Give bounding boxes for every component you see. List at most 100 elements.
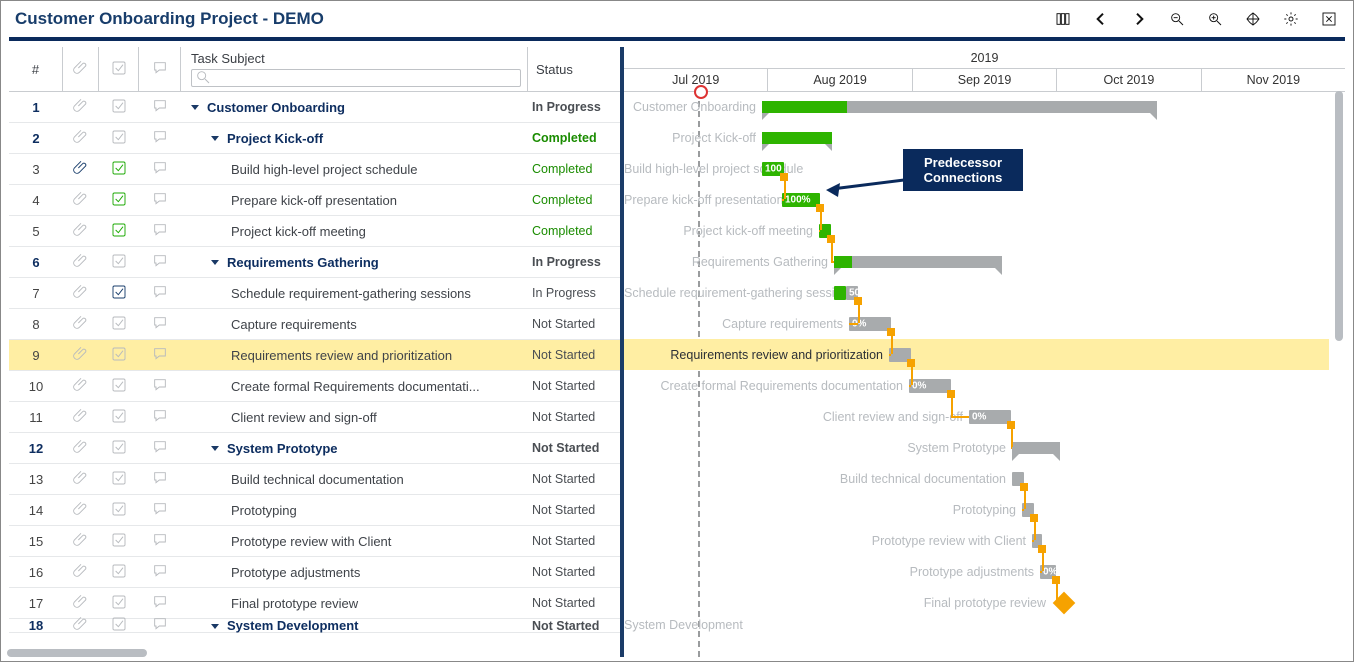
comment-icon[interactable] — [152, 470, 168, 489]
gantt-row[interactable]: Create formal Requirements documentation… — [624, 370, 1329, 401]
task-subject[interactable]: Prototyping — [181, 495, 528, 525]
gantt-row[interactable]: Requirements review and prioritization — [624, 339, 1329, 370]
task-subject[interactable]: System Prototype — [181, 433, 528, 463]
summary-bar[interactable] — [762, 132, 832, 144]
comment-icon[interactable] — [152, 616, 168, 635]
attachment-icon[interactable] — [73, 346, 89, 365]
attachment-icon[interactable] — [73, 377, 89, 396]
task-subject[interactable]: System Development — [181, 619, 528, 632]
attachment-icon[interactable] — [73, 616, 89, 635]
task-row[interactable]: 18System DevelopmentNot Started — [9, 619, 620, 633]
fullscreen-icon[interactable] — [1319, 9, 1339, 29]
task-subject[interactable]: Build high-level project schedule — [181, 154, 528, 184]
checkbox-icon[interactable] — [111, 253, 127, 272]
gantt-row[interactable]: Build high-level project schedule100 — [624, 153, 1329, 184]
gantt-row[interactable]: Schedule requirement-gathering sessions5… — [624, 277, 1329, 308]
task-row[interactable]: 7Schedule requirement-gathering sessions… — [9, 278, 620, 309]
comment-icon[interactable] — [152, 253, 168, 272]
task-subject[interactable]: Final prototype review — [181, 588, 528, 618]
checkbox-icon[interactable] — [111, 616, 127, 635]
comment-icon[interactable] — [152, 129, 168, 148]
task-row[interactable]: 12System PrototypeNot Started — [9, 433, 620, 464]
comment-icon[interactable] — [152, 563, 168, 582]
gantt-row[interactable]: Prototype adjustments0% — [624, 556, 1329, 587]
summary-bar[interactable] — [834, 256, 1002, 268]
task-subject[interactable]: Project Kick-off — [181, 123, 528, 153]
attachment-icon[interactable] — [73, 315, 89, 334]
summary-bar[interactable] — [762, 101, 1157, 113]
checkbox-icon[interactable] — [111, 315, 127, 334]
task-subject[interactable]: Customer Onboarding — [181, 92, 528, 122]
subject-search[interactable] — [191, 69, 521, 87]
col-attachment[interactable] — [63, 47, 99, 91]
checkbox-icon[interactable] — [111, 191, 127, 210]
task-bar[interactable] — [889, 348, 911, 362]
checkbox-icon[interactable] — [111, 346, 127, 365]
vertical-scrollbar[interactable] — [1335, 91, 1343, 341]
task-row[interactable]: 2Project Kick-offCompleted — [9, 123, 620, 154]
task-bar[interactable]: 0% — [1040, 565, 1056, 579]
attachment-icon[interactable] — [73, 501, 89, 520]
task-subject[interactable]: Requirements review and prioritization — [181, 340, 528, 370]
task-row[interactable]: 1Customer OnboardingIn Progress — [9, 92, 620, 123]
gantt-row[interactable]: Prototype review with Client — [624, 525, 1329, 556]
task-row[interactable]: 13Build technical documentationNot Start… — [9, 464, 620, 495]
comment-icon[interactable] — [152, 191, 168, 210]
attachment-icon[interactable] — [73, 98, 89, 117]
checkbox-icon[interactable] — [111, 563, 127, 582]
col-comments[interactable] — [139, 47, 181, 91]
comment-icon[interactable] — [152, 284, 168, 303]
attachment-icon[interactable] — [73, 470, 89, 489]
task-bar-progress[interactable] — [819, 224, 831, 238]
col-status[interactable]: Status — [528, 47, 620, 91]
comment-icon[interactable] — [152, 377, 168, 396]
gantt-row[interactable]: Project Kick-off — [624, 122, 1329, 153]
gantt-row[interactable]: Client review and sign-off0% — [624, 401, 1329, 432]
checkbox-icon[interactable] — [111, 439, 127, 458]
task-row[interactable]: 10Create formal Requirements documentati… — [9, 371, 620, 402]
task-row[interactable]: 15Prototype review with ClientNot Starte… — [9, 526, 620, 557]
task-row[interactable]: 4Prepare kick-off presentationCompleted — [9, 185, 620, 216]
checkbox-icon[interactable] — [111, 470, 127, 489]
zoom-out-icon[interactable] — [1167, 9, 1187, 29]
checkbox-icon[interactable] — [111, 377, 127, 396]
task-subject[interactable]: Project kick-off meeting — [181, 216, 528, 246]
gantt-row[interactable]: System Development — [624, 618, 1329, 632]
settings-icon[interactable] — [1281, 9, 1301, 29]
gantt-row[interactable]: Project kick-off meeting — [624, 215, 1329, 246]
task-bar-progress[interactable] — [834, 286, 846, 300]
checkbox-icon[interactable] — [111, 284, 127, 303]
comment-icon[interactable] — [152, 501, 168, 520]
zoom-in-icon[interactable] — [1205, 9, 1225, 29]
checkbox-icon[interactable] — [111, 501, 127, 520]
chevron-down-icon[interactable] — [209, 132, 221, 144]
task-subject[interactable]: Schedule requirement-gathering sessions — [181, 278, 528, 308]
gantt-row[interactable]: Requirements Gathering — [624, 246, 1329, 277]
task-bar[interactable]: 0% — [849, 317, 891, 331]
task-subject[interactable]: Prototype review with Client — [181, 526, 528, 556]
task-bar[interactable]: 0% — [909, 379, 951, 393]
task-subject[interactable]: Requirements Gathering — [181, 247, 528, 277]
gantt-chart[interactable]: Predecessor Connections Customer Onboard… — [624, 91, 1329, 657]
task-subject[interactable]: Prepare kick-off presentation — [181, 185, 528, 215]
comment-icon[interactable] — [152, 222, 168, 241]
comment-icon[interactable] — [152, 346, 168, 365]
checkbox-icon[interactable] — [111, 129, 127, 148]
gantt-row[interactable]: Final prototype review — [624, 587, 1329, 618]
task-subject[interactable]: Build technical documentation — [181, 464, 528, 494]
gantt-row[interactable]: Prototyping — [624, 494, 1329, 525]
columns-icon[interactable] — [1053, 9, 1073, 29]
task-bar[interactable] — [1022, 503, 1034, 517]
checkbox-icon[interactable] — [111, 408, 127, 427]
back-icon[interactable] — [1091, 9, 1111, 29]
col-checked[interactable] — [99, 47, 139, 91]
task-bar-progress[interactable]: 100% — [782, 193, 820, 207]
task-subject[interactable]: Client review and sign-off — [181, 402, 528, 432]
checkbox-icon[interactable] — [111, 532, 127, 551]
attachment-icon[interactable] — [73, 222, 89, 241]
comment-icon[interactable] — [152, 439, 168, 458]
task-subject[interactable]: Create formal Requirements documentati..… — [181, 371, 528, 401]
summary-bar[interactable] — [1012, 442, 1060, 454]
milestone-marker[interactable] — [1053, 592, 1076, 615]
attachment-icon[interactable] — [73, 253, 89, 272]
